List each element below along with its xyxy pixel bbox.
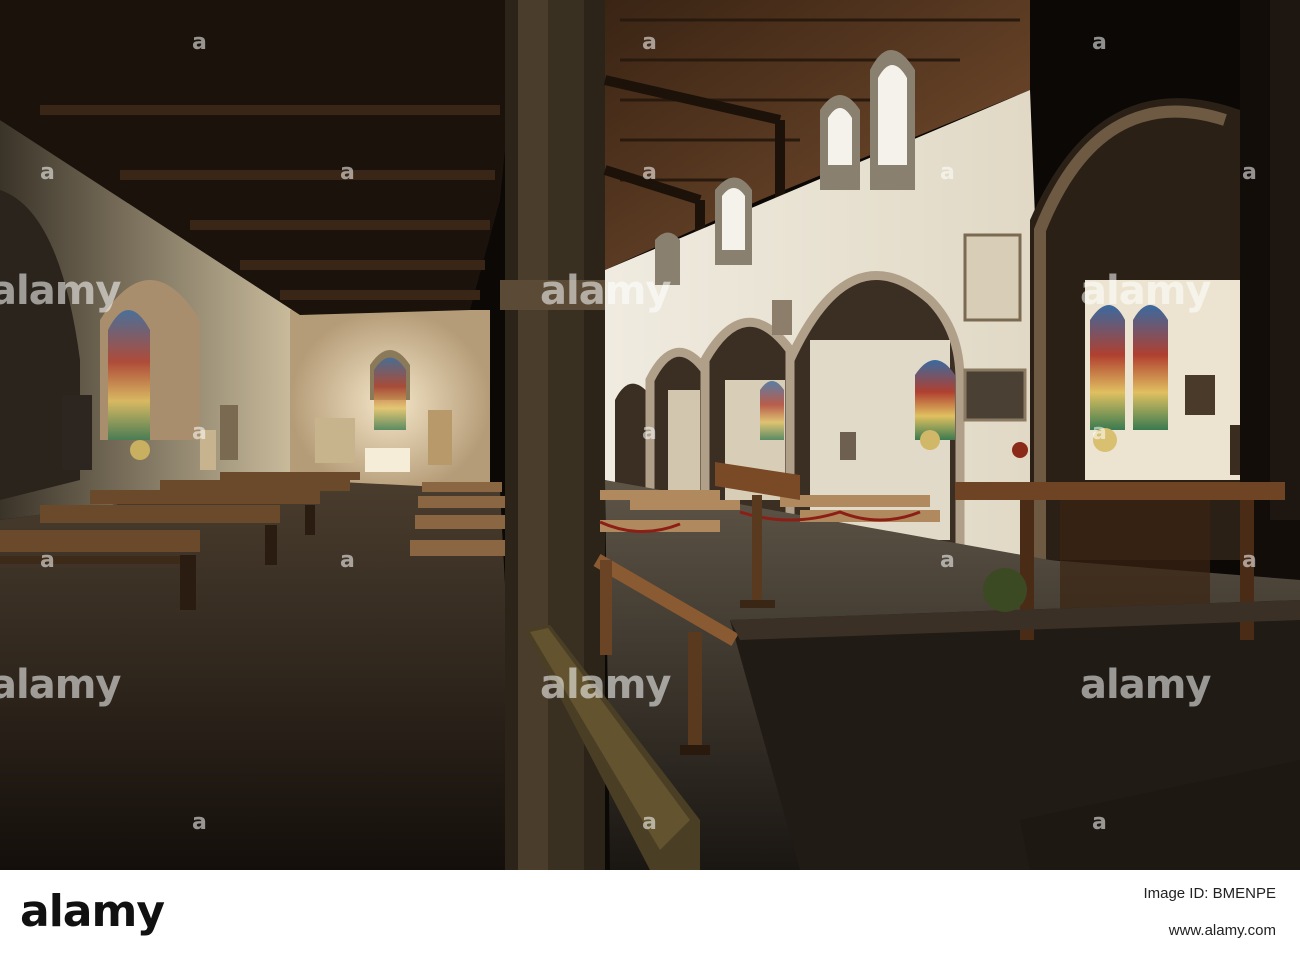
image-id-label: Image ID: BMENPE xyxy=(1143,885,1276,902)
church-interior-photo: alamy alamy alamy alamy alamy alamy a a … xyxy=(0,0,1300,870)
footer-bar: alamy Image ID: BMENPE www.alamy.com xyxy=(0,870,1300,960)
alamy-logo: alamy xyxy=(20,886,165,937)
site-url: www.alamy.com xyxy=(1168,922,1276,939)
